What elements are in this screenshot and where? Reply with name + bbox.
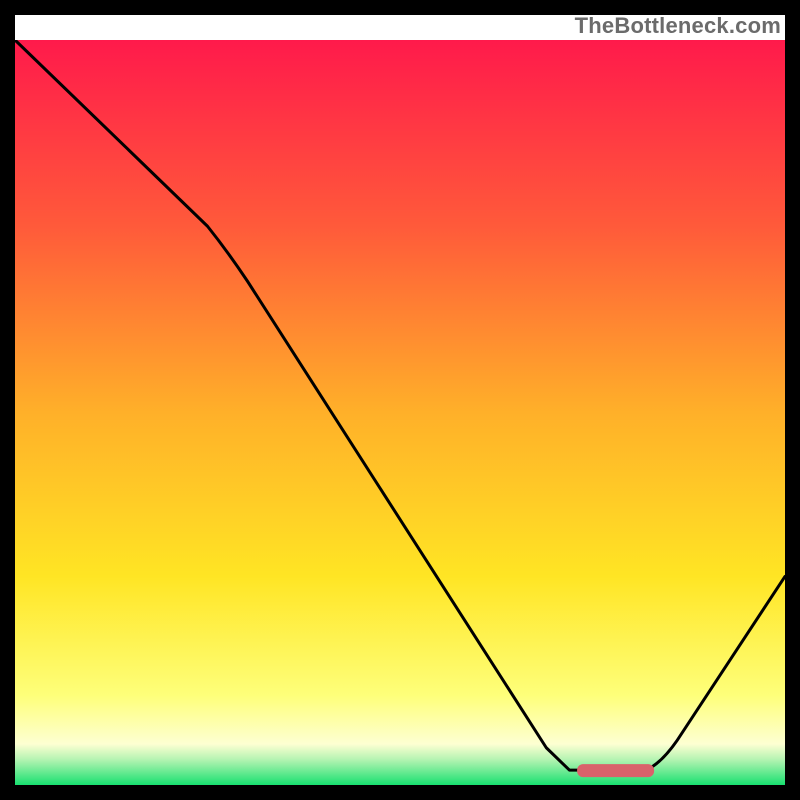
chart-frame: TheBottleneck.com [15, 15, 785, 785]
watermark-text: TheBottleneck.com [575, 13, 781, 39]
selected-range-marker [577, 764, 654, 777]
chart-svg [15, 40, 785, 785]
chart-plot-area [15, 40, 785, 785]
